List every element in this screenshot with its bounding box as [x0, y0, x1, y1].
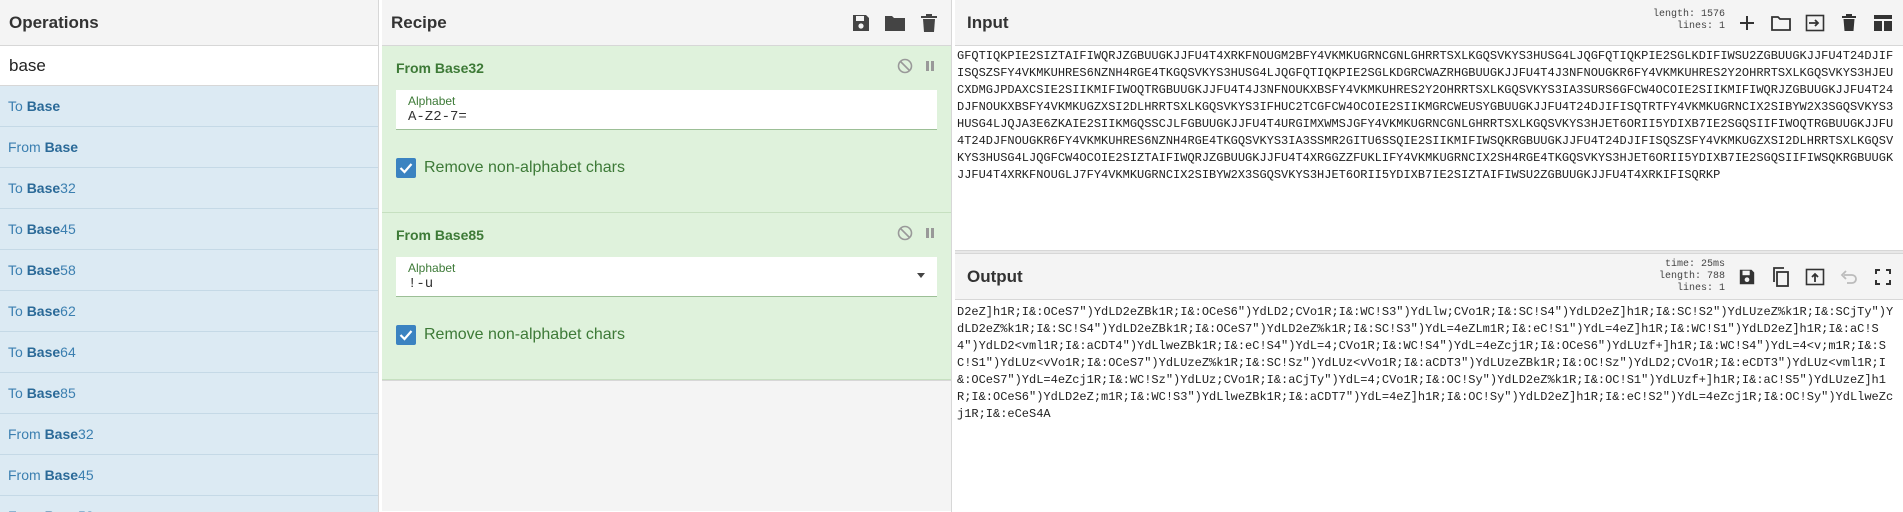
plus-icon[interactable]	[1735, 11, 1759, 35]
import-icon[interactable]	[1803, 11, 1827, 35]
pause-icon[interactable]	[923, 225, 937, 245]
maximize-icon[interactable]	[1871, 265, 1895, 289]
field-value[interactable]: !-u	[408, 276, 925, 292]
operation-item[interactable]: To Base85	[0, 373, 378, 414]
folder-icon[interactable]	[883, 11, 907, 35]
io-pane: Input length: 1576 lines: 1 GFQTIQKPIE2S…	[955, 0, 1903, 512]
operation-item[interactable]: To Base32	[0, 168, 378, 209]
operations-list: To Base From Base To Base32 To Base45 To Bas…	[0, 86, 378, 512]
save-icon[interactable]	[849, 11, 873, 35]
input-textarea[interactable]: GFQTIQKPIE2SIZTAIFIWQRJZGBUUGKJJFU4T4XRK…	[955, 46, 1903, 250]
recipe-ingredient[interactable]: From Base32 Alphabet A-Z2-7= Remove non-alp…	[382, 46, 951, 213]
recipe-title: Recipe	[391, 12, 447, 32]
operation-item[interactable]: To Base64	[0, 332, 378, 373]
trash-icon[interactable]	[1837, 11, 1861, 35]
remove-non-alphabet-option[interactable]: Remove non-alphabet chars	[396, 158, 937, 178]
recipe-pane: Recipe From Base32 Alphabet A-Z2-7= Remove …	[382, 0, 952, 512]
cyberchef-app: Operations To BaseFrom BaseTo Base32To B…	[0, 0, 1903, 512]
disable-icon[interactable]	[897, 58, 913, 79]
output-textarea[interactable]: D2eZ]h1R;I&:OCeS7")YdLD2eZBk1R;I&:OCeS6"…	[955, 300, 1903, 512]
operation-item[interactable]: To Base58	[0, 250, 378, 291]
output-header: Output time: 25ms length: 788 lines: 1	[955, 254, 1903, 300]
checkbox-label: Remove non-alphabet chars	[424, 159, 626, 176]
checkbox-label: Remove non-alphabet chars	[424, 326, 626, 343]
operation-item[interactable]: To Base62	[0, 291, 378, 332]
input-header: Input length: 1576 lines: 1	[955, 0, 1903, 46]
output-lines: 1	[1718, 283, 1725, 294]
output-length: 788	[1706, 271, 1725, 282]
checkbox[interactable]	[396, 325, 416, 345]
operations-search[interactable]	[0, 46, 378, 86]
output-title: Output	[967, 266, 1023, 286]
trash-icon[interactable]	[917, 11, 941, 35]
input-toolbar	[1735, 11, 1895, 35]
chevron-down-icon[interactable]	[917, 273, 925, 278]
operation-item[interactable]: From Base58	[0, 496, 378, 512]
input-stats: length: 1576 lines: 1	[1652, 9, 1725, 32]
pause-icon[interactable]	[923, 58, 937, 78]
search-input[interactable]	[9, 55, 369, 76]
operation-item[interactable]: To Base45	[0, 209, 378, 250]
input-title: Input	[967, 12, 1009, 32]
operations-title: Operations	[0, 0, 378, 46]
checkbox[interactable]	[396, 158, 416, 178]
disable-icon[interactable]	[897, 225, 913, 246]
ingredient-name: From Base32	[396, 60, 484, 76]
operation-item[interactable]: To Base	[0, 86, 378, 127]
ingredient-name: From Base85	[396, 227, 484, 243]
recipe-header: Recipe	[382, 0, 951, 46]
recipe-list: From Base32 Alphabet A-Z2-7= Remove non-alp…	[382, 46, 951, 380]
alphabet-field[interactable]: Alphabet !-u	[396, 257, 937, 297]
replace-input-icon[interactable]	[1803, 265, 1827, 289]
field-value[interactable]: A-Z2-7=	[408, 109, 925, 125]
alphabet-field[interactable]: Alphabet A-Z2-7=	[396, 90, 937, 130]
operation-item[interactable]: From Base45	[0, 455, 378, 496]
copy-icon[interactable]	[1769, 265, 1793, 289]
operation-item[interactable]: From Base	[0, 127, 378, 168]
layout-icon[interactable]	[1871, 11, 1895, 35]
recipe-empty-area	[382, 380, 951, 511]
input-lines: 1	[1718, 21, 1725, 32]
field-label: Alphabet	[408, 94, 456, 108]
input-length: 1576	[1700, 9, 1725, 20]
field-label: Alphabet	[408, 261, 456, 275]
remove-non-alphabet-option[interactable]: Remove non-alphabet chars	[396, 325, 937, 345]
operation-item[interactable]: From Base32	[0, 414, 378, 455]
recipe-ingredient[interactable]: From Base85 Alphabet !-u Remove non-alphabe…	[382, 213, 951, 380]
output-stats: time: 25ms length: 788 lines: 1	[1658, 259, 1725, 294]
operations-pane: Operations To BaseFrom BaseTo Base32To B…	[0, 0, 379, 512]
output-time: 25ms	[1700, 259, 1725, 270]
output-toolbar	[1735, 265, 1895, 289]
save-icon[interactable]	[1735, 265, 1759, 289]
undo-icon[interactable]	[1837, 265, 1861, 289]
folder-icon[interactable]	[1769, 11, 1793, 35]
